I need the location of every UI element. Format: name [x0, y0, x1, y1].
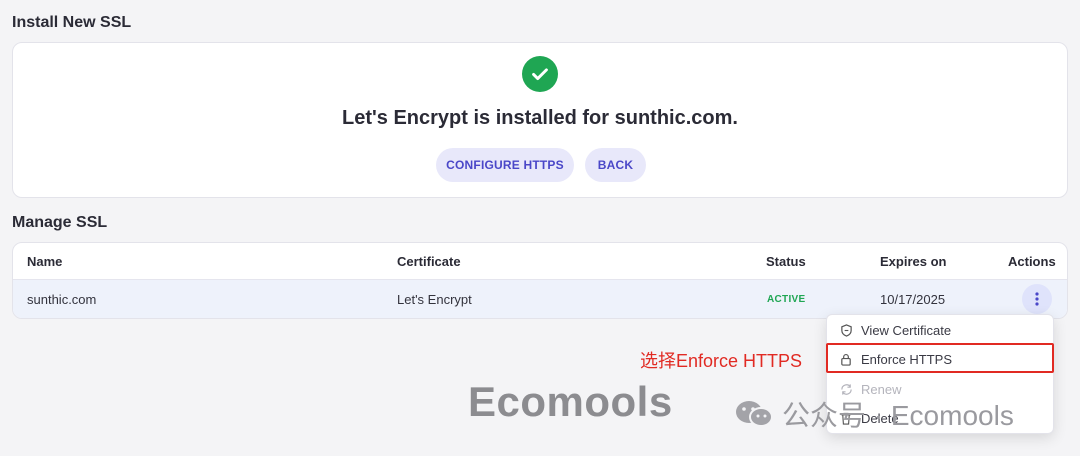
row-certificate: Let's Encrypt: [397, 292, 472, 307]
column-name: Name: [27, 254, 63, 269]
column-status: Status: [766, 254, 806, 269]
install-section-title: Install New SSL: [12, 14, 132, 31]
column-expires: Expires on: [880, 254, 947, 269]
lock-icon: [839, 352, 853, 366]
configure-https-button[interactable]: CONFIGURE HTTPS: [436, 148, 574, 182]
install-success-message: Let's Encrypt is installed for sunthic.c…: [342, 107, 738, 129]
more-actions-button[interactable]: [1022, 284, 1052, 314]
back-button[interactable]: BACK: [585, 148, 646, 182]
column-actions: Actions: [1008, 254, 1056, 269]
kebab-icon: [1035, 292, 1039, 306]
menu-item-enforce-https[interactable]: Enforce HTTPS: [827, 344, 1053, 374]
menu-item-view-certificate[interactable]: View Certificate: [827, 315, 1053, 345]
row-name: sunthic.com: [27, 292, 97, 307]
ssl-table: Name Certificate Status Expires on Actio…: [12, 242, 1068, 319]
ecomools-logo: Ecomools: [468, 378, 673, 425]
wechat-icon: [734, 399, 774, 429]
row-expires: 10/17/2025: [880, 292, 946, 307]
column-certificate: Certificate: [397, 254, 461, 269]
table-header: Name Certificate Status Expires on Actio…: [13, 243, 1067, 280]
manage-section-title: Manage SSL: [12, 214, 108, 231]
status-badge: ACTIVE: [767, 294, 806, 305]
menu-item-label: View Certificate: [861, 322, 952, 338]
table-row: sunthic.com Let's Encrypt ACTIVE 10/17/2…: [13, 280, 1067, 318]
annotation-label: 选择Enforce HTTPS: [640, 351, 803, 371]
menu-item-label: Enforce HTTPS: [861, 351, 953, 367]
check-circle-icon: [522, 56, 558, 92]
watermark-text: 公众号 · Ecomools: [782, 400, 1014, 431]
certificate-icon: [839, 323, 853, 337]
watermark: 公众号 · Ecomools: [734, 394, 1014, 434]
